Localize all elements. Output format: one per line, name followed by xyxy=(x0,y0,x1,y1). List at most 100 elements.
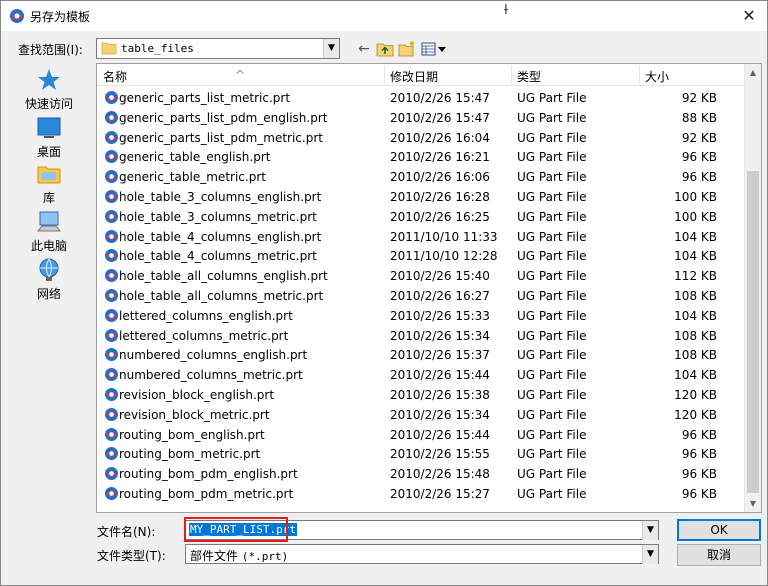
table-row[interactable]: routing_bom_pdm_metric.prt 2010/2/26 15:2… xyxy=(97,484,745,504)
table-row[interactable]: numbered_columns_metric.prt 2010/2/26 15:… xyxy=(97,365,745,385)
file-date: 2010/2/26 16:06 xyxy=(390,170,490,185)
file-type: UG Part File xyxy=(517,130,587,145)
place-label: 此电脑 xyxy=(30,239,67,253)
table-row[interactable]: lettered_columns_metric.prt 2010/2/26 15:… xyxy=(97,326,745,346)
desktop-icon xyxy=(37,117,61,138)
file-size: 96 KB xyxy=(681,487,717,501)
file-name: routing_bom_english.prt xyxy=(119,427,265,442)
place-quick-access[interactable]: 快速访问 xyxy=(9,67,89,112)
ug-part-file-icon xyxy=(105,150,118,164)
file-name: routing_bom_pdm_english.prt xyxy=(119,467,298,482)
chevron-down-icon[interactable]: ▼ xyxy=(323,39,339,58)
place-label: 快速访问 xyxy=(24,97,73,111)
ok-button[interactable]: OK xyxy=(677,519,761,541)
table-row[interactable]: revision_block_metric.prt 2010/2/26 15:34… xyxy=(97,405,745,425)
up-folder-icon[interactable] xyxy=(376,40,394,58)
file-size: 92 KB xyxy=(681,91,717,105)
table-row[interactable]: routing_bom_pdm_english.prt 2010/2/26 15:… xyxy=(97,464,745,484)
file-size: 96 KB xyxy=(681,150,717,165)
file-name: numbered_columns_metric.prt xyxy=(119,368,303,383)
file-type: UG Part File xyxy=(517,348,587,363)
table-row[interactable]: hole_table_3_columns_english.prt 2010/2/2… xyxy=(97,187,745,207)
column-divider[interactable] xyxy=(639,66,640,84)
ug-part-file-icon xyxy=(105,407,118,421)
filetype-label: 文件类型(T): xyxy=(97,549,166,563)
file-date: 2010/2/26 15:27 xyxy=(390,487,490,501)
table-row[interactable]: lettered_columns_english.prt 2010/2/26 15… xyxy=(97,306,745,326)
table-row[interactable]: hole_table_4_columns_english.prt 2011/10/… xyxy=(97,227,745,247)
column-divider[interactable] xyxy=(384,66,385,84)
view-menu-icon[interactable] xyxy=(421,40,447,58)
scroll-thumb[interactable] xyxy=(747,171,759,493)
new-folder-icon[interactable] xyxy=(398,40,416,58)
look-in-dropdown[interactable]: table_files ▼ xyxy=(96,38,340,59)
scroll-up-icon[interactable]: ▲ xyxy=(745,64,761,81)
file-date: 2010/2/26 15:55 xyxy=(390,447,490,462)
table-row[interactable]: generic_parts_list_pdm_metric.prt 2010/2/… xyxy=(97,128,745,148)
close-button[interactable]: ✕ xyxy=(739,6,759,26)
chevron-down-icon[interactable]: ▼ xyxy=(642,521,658,540)
title-bar: 另存为模板 Ɨ ✕ xyxy=(1,1,767,31)
place-label: 网络 xyxy=(36,287,61,301)
save-as-template-dialog: 另存为模板 Ɨ ✕ 查找范围(I): table_files ▼ ← 快速访问 xyxy=(0,0,768,586)
file-date: 2010/2/26 16:04 xyxy=(390,130,490,145)
file-date: 2011/10/10 11:33 xyxy=(390,229,498,244)
table-row[interactable]: revision_block_english.prt 2010/2/26 15:3… xyxy=(97,385,745,405)
column-header-name[interactable]: 名称 xyxy=(103,68,127,85)
scroll-down-icon[interactable]: ▼ xyxy=(745,495,761,512)
look-in-value: table_files xyxy=(121,42,194,55)
file-name: routing_bom_pdm_metric.prt xyxy=(119,487,294,501)
table-row[interactable]: numbered_columns_english.prt 2010/2/26 15… xyxy=(97,345,745,365)
place-library[interactable]: 库 xyxy=(9,161,89,206)
table-row[interactable]: routing_bom_english.prt 2010/2/26 15:44 UG… xyxy=(97,425,745,445)
file-name: lettered_columns_english.prt xyxy=(119,308,293,323)
file-name: numbered_columns_english.prt xyxy=(119,348,308,363)
place-desktop[interactable]: 桌面 xyxy=(9,115,89,160)
file-size: 104 KB xyxy=(674,249,717,264)
back-arrow-icon[interactable]: ← xyxy=(357,40,371,58)
filename-highlight-box xyxy=(184,517,288,542)
window-title: 另存为模板 xyxy=(30,10,91,24)
cancel-button[interactable]: 取消 xyxy=(677,544,761,566)
column-header-date[interactable]: 修改日期 xyxy=(390,68,438,85)
file-type: UG Part File xyxy=(517,407,587,422)
file-type: UG Part File xyxy=(517,467,587,482)
file-size: 96 KB xyxy=(681,170,717,185)
star-icon xyxy=(38,69,60,90)
table-row[interactable]: hole_table_3_columns_metric.prt 2010/2/26… xyxy=(97,207,745,227)
place-network[interactable]: 网络 xyxy=(9,257,89,302)
file-type: UG Part File xyxy=(517,388,587,402)
table-row[interactable]: generic_table_metric.prt 2010/2/26 16:06 U… xyxy=(97,167,745,187)
file-size: 104 KB xyxy=(674,308,717,323)
column-header-size[interactable]: 大小 xyxy=(645,68,669,85)
table-row[interactable]: generic_parts_list_metric.prt 2010/2/26 1… xyxy=(97,88,745,108)
table-row[interactable]: hole_table_all_columns_metric.prt 2010/2/… xyxy=(97,286,745,306)
ug-part-file-icon xyxy=(105,388,118,401)
column-divider[interactable] xyxy=(511,66,512,84)
library-icon xyxy=(37,166,61,184)
table-row[interactable]: generic_parts_list_pdm_english.prt 2010/2… xyxy=(97,108,745,128)
filetype-dropdown[interactable]: 部件文件 (*.prt) ▼ xyxy=(185,544,659,564)
file-size: 96 KB xyxy=(681,427,717,442)
file-list[interactable]: ^ 名称 修改日期 类型 大小 generic_parts_list_metri… xyxy=(96,63,762,513)
file-name: hole_table_all_columns_english.prt xyxy=(119,269,328,284)
file-size: 108 KB xyxy=(674,289,717,303)
ug-part-file-icon xyxy=(105,170,118,184)
table-row[interactable]: hole_table_all_columns_english.prt 2010/2… xyxy=(97,266,745,286)
folder-icon xyxy=(101,42,117,55)
table-row[interactable]: routing_bom_metric.prt 2010/2/26 15:55 UG … xyxy=(97,444,745,464)
ug-part-file-icon xyxy=(105,447,118,461)
filename-label: 文件名(N): xyxy=(97,525,156,539)
vertical-scrollbar[interactable]: ▲ ▼ xyxy=(744,64,761,512)
text-cursor-icon: Ɨ xyxy=(504,3,508,18)
ug-part-file-icon xyxy=(105,91,118,104)
place-this-pc[interactable]: 此电脑 xyxy=(9,209,89,254)
column-header-type[interactable]: 类型 xyxy=(517,68,541,85)
file-date: 2010/2/26 15:40 xyxy=(390,269,490,284)
table-row[interactable]: hole_table_4_columns_metric.prt 2011/10/1… xyxy=(97,246,745,266)
table-row[interactable]: generic_table_english.prt 2010/2/26 16:21… xyxy=(97,147,745,167)
chevron-down-icon[interactable]: ▼ xyxy=(642,545,658,564)
file-type: UG Part File xyxy=(517,209,587,224)
ug-part-file-icon xyxy=(105,328,118,342)
file-name: hole_table_4_columns_metric.prt xyxy=(119,249,317,264)
